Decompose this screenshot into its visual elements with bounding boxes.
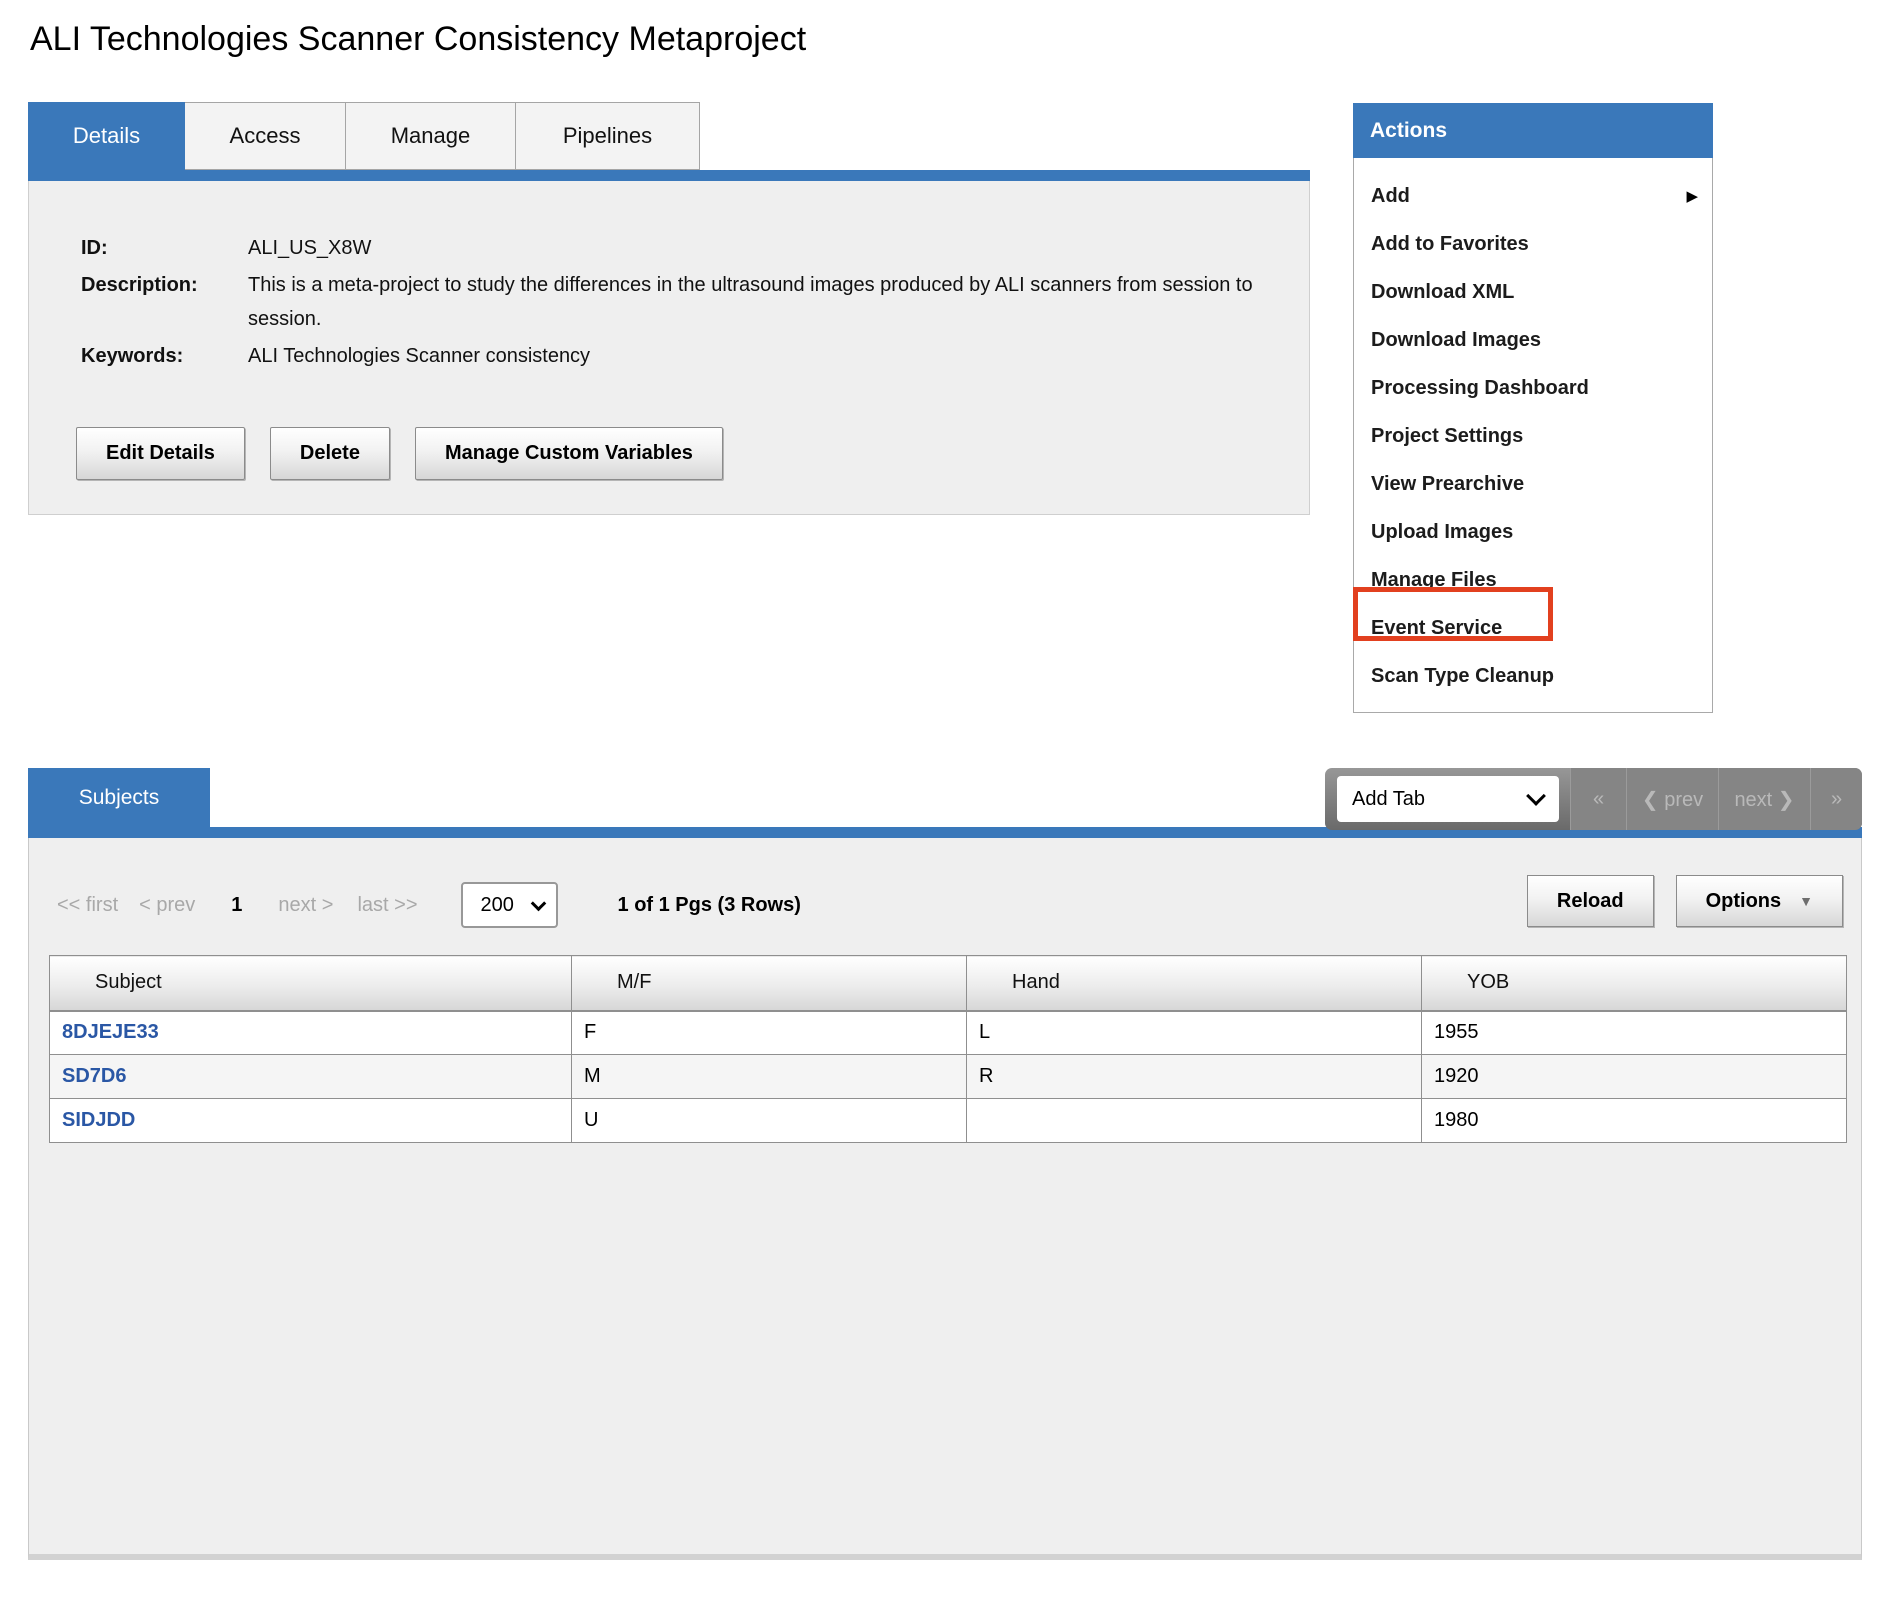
field-id: ID: ALI_US_X8W xyxy=(81,231,1309,265)
pager: << first < prev 1 next > last >> 200 1 o… xyxy=(57,880,801,930)
details-fields: ID: ALI_US_X8W Description: This is a me… xyxy=(29,181,1309,373)
action-processing-dashboard[interactable]: Processing Dashboard xyxy=(1354,364,1712,412)
submenu-arrow-icon: ▶ xyxy=(1686,187,1698,205)
cell-mf: M xyxy=(572,1055,967,1099)
field-id-value: ALI_US_X8W xyxy=(248,231,371,265)
action-download-images[interactable]: Download Images xyxy=(1354,316,1712,364)
pager-first-link[interactable]: << first xyxy=(57,894,118,917)
page-size-value: 200 xyxy=(481,894,514,917)
field-id-label: ID: xyxy=(81,231,248,265)
pager-current-page: 1 xyxy=(231,894,242,917)
add-tab-select[interactable]: Add Tab xyxy=(1337,776,1559,822)
action-add-label: Add xyxy=(1371,185,1410,208)
table-header-row: Subject M/F Hand YOB xyxy=(50,956,1847,1011)
field-description-label: Description: xyxy=(81,268,248,336)
column-header-hand[interactable]: Hand xyxy=(967,956,1422,1011)
pager-last-link[interactable]: last >> xyxy=(357,894,417,917)
manage-custom-variables-button[interactable]: Manage Custom Variables xyxy=(415,427,723,480)
details-tab-underline xyxy=(28,170,1310,181)
cell-hand xyxy=(967,1099,1422,1143)
table-row: SD7D6 M R 1920 xyxy=(50,1055,1847,1099)
cell-yob: 1955 xyxy=(1422,1011,1847,1055)
action-upload-images[interactable]: Upload Images xyxy=(1354,508,1712,556)
action-project-settings[interactable]: Project Settings xyxy=(1354,412,1712,460)
action-download-xml[interactable]: Download XML xyxy=(1354,268,1712,316)
table-row: SIDJDD U 1980 xyxy=(50,1099,1847,1143)
action-manage-files[interactable]: Manage Files xyxy=(1354,556,1712,604)
action-add[interactable]: Add ▶ xyxy=(1354,172,1712,220)
tab-controls: Add Tab « ❮ prev next ❯ » xyxy=(1325,768,1862,830)
table-row: 8DJEJE33 F L 1955 xyxy=(50,1011,1847,1055)
subjects-panel: << first < prev 1 next > last >> 200 1 o… xyxy=(28,838,1862,1560)
actions-menu-header: Actions xyxy=(1353,103,1713,158)
tab-details[interactable]: Details xyxy=(28,102,185,170)
details-button-row: Edit Details Delete Manage Custom Variab… xyxy=(76,427,723,480)
tab-nav-next-button[interactable]: next ❯ xyxy=(1718,768,1810,830)
chevron-down-icon xyxy=(530,895,546,911)
field-description-value: This is a meta-project to study the diff… xyxy=(248,268,1308,336)
actions-menu: Actions Add ▶ Add to Favorites Download … xyxy=(1353,103,1713,713)
tab-manage[interactable]: Manage xyxy=(346,102,516,170)
tab-access[interactable]: Access xyxy=(185,102,346,170)
caret-down-icon: ▼ xyxy=(1799,893,1813,909)
subjects-table: Subject M/F Hand YOB 8DJEJE33 F L 1955 S… xyxy=(49,955,1847,1143)
tab-nav-prev-button[interactable]: ❮ prev xyxy=(1626,768,1718,830)
edit-details-button[interactable]: Edit Details xyxy=(76,427,245,480)
subject-link[interactable]: 8DJEJE33 xyxy=(62,1021,159,1043)
column-header-mf[interactable]: M/F xyxy=(572,956,967,1011)
action-view-prearchive[interactable]: View Prearchive xyxy=(1354,460,1712,508)
subject-link[interactable]: SD7D6 xyxy=(62,1065,126,1087)
cell-mf: U xyxy=(572,1099,967,1143)
cell-yob: 1920 xyxy=(1422,1055,1847,1099)
options-button[interactable]: Options ▼ xyxy=(1676,875,1843,927)
column-header-yob[interactable]: YOB xyxy=(1422,956,1847,1011)
field-keywords-value: ALI Technologies Scanner consistency xyxy=(248,339,590,373)
field-keywords-label: Keywords: xyxy=(81,339,248,373)
page-size-select[interactable]: 200 xyxy=(461,882,558,928)
add-tab-container: Add Tab xyxy=(1325,768,1570,830)
subject-link[interactable]: SIDJDD xyxy=(62,1109,135,1131)
action-event-service[interactable]: Event Service xyxy=(1354,604,1712,652)
details-panel: ID: ALI_US_X8W Description: This is a me… xyxy=(28,181,1310,515)
tab-nav-buttons: « ❮ prev next ❯ » xyxy=(1570,768,1862,830)
actions-menu-body: Add ▶ Add to Favorites Download XML Down… xyxy=(1354,158,1712,712)
field-description: Description: This is a meta-project to s… xyxy=(81,268,1309,336)
field-keywords: Keywords: ALI Technologies Scanner consi… xyxy=(81,339,1309,373)
tab-nav-last-button[interactable]: » xyxy=(1810,768,1862,830)
options-button-label: Options xyxy=(1706,890,1782,913)
cell-yob: 1980 xyxy=(1422,1099,1847,1143)
add-tab-selected-value: Add Tab xyxy=(1352,788,1425,811)
page-title: ALI Technologies Scanner Consistency Met… xyxy=(30,20,806,59)
reload-button[interactable]: Reload xyxy=(1527,875,1654,927)
action-add-to-favorites[interactable]: Add to Favorites xyxy=(1354,220,1712,268)
chevron-down-icon xyxy=(1526,786,1546,806)
action-scan-type-cleanup[interactable]: Scan Type Cleanup xyxy=(1354,652,1712,700)
pager-next-link[interactable]: next > xyxy=(278,894,333,917)
delete-button[interactable]: Delete xyxy=(270,427,390,480)
subjects-toolbar: Reload Options ▼ xyxy=(1527,875,1843,927)
cell-hand: L xyxy=(967,1011,1422,1055)
cell-mf: F xyxy=(572,1011,967,1055)
pager-prev-link[interactable]: < prev xyxy=(139,894,195,917)
tab-pipelines[interactable]: Pipelines xyxy=(516,102,700,170)
column-header-subject[interactable]: Subject xyxy=(50,956,572,1011)
details-tab-strip: Details Access Manage Pipelines xyxy=(28,102,700,170)
tab-subjects[interactable]: Subjects xyxy=(28,768,210,827)
cell-hand: R xyxy=(967,1055,1422,1099)
tab-nav-first-button[interactable]: « xyxy=(1570,768,1626,830)
pager-summary: 1 of 1 Pgs (3 Rows) xyxy=(618,894,801,917)
